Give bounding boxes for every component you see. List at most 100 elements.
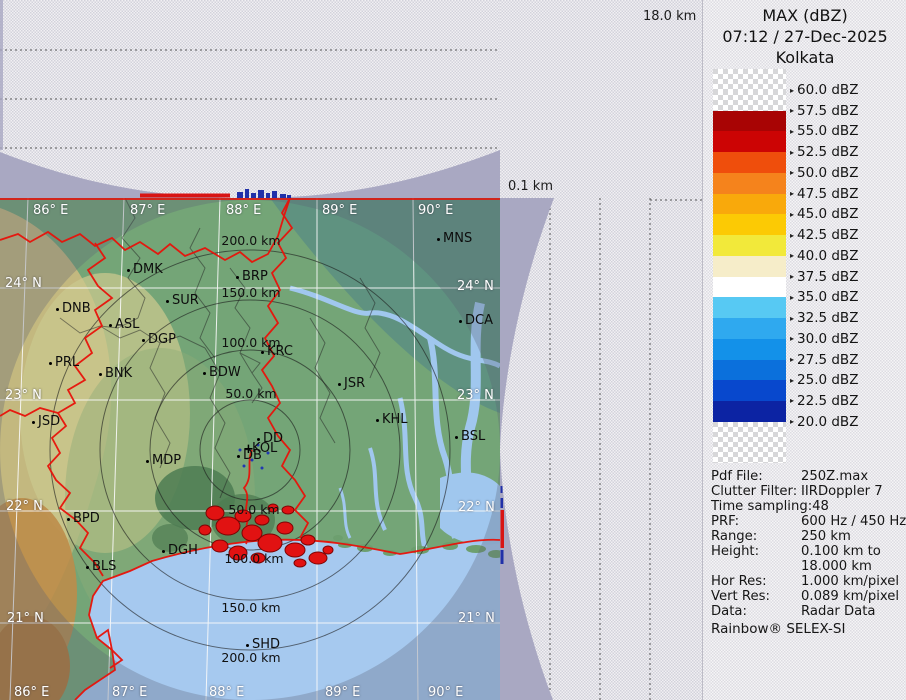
metadata-row: Vert Res:0.089 km/pixel	[711, 589, 770, 604]
scale-tick-arrow-icon: ▸	[790, 148, 794, 157]
scale-tick-arrow-icon: ▸	[790, 168, 794, 177]
scale-tick-text: 25.0 dBZ	[797, 372, 858, 388]
scale-tick-arrow-icon: ▸	[790, 396, 794, 405]
station-name: Kolkata	[703, 48, 906, 67]
metadata-row: Hor Res:1.000 km/pixel	[711, 574, 767, 589]
city-code-label: DB	[243, 448, 262, 463]
city-code-label: BDW	[209, 365, 241, 380]
scale-tick-text: 37.5 dBZ	[797, 269, 858, 285]
scale-band	[713, 235, 786, 256]
longitude-label: 86° E	[33, 203, 68, 218]
range-ring-label: 50.0 km	[225, 386, 276, 401]
metadata-value: 0.089 km/pixel	[801, 589, 899, 604]
scale-tick-text: 47.5 dBZ	[797, 186, 858, 202]
scale-tick-label: ▸50.0 dBZ	[790, 165, 858, 181]
city-code-label: BNK	[105, 366, 132, 381]
city-dot-icon	[67, 518, 70, 521]
range-ring-label: 150.0 km	[221, 600, 280, 615]
scale-band	[713, 111, 786, 132]
city-code-label: DNB	[62, 301, 91, 316]
city-dot-icon	[146, 460, 149, 463]
city-code-label: SHD	[252, 637, 280, 652]
city-code-label: DGP	[148, 332, 176, 347]
city-dot-icon	[127, 269, 130, 272]
metadata-row: Pdf File:250Z.max	[711, 469, 763, 484]
scale-tick-label: ▸52.5 dBZ	[790, 144, 858, 160]
scale-tick-text: 22.5 dBZ	[797, 393, 858, 409]
product-title: MAX (dBZ)	[703, 6, 906, 25]
longitude-label: 89° E	[322, 203, 357, 218]
city-dot-icon	[203, 372, 206, 375]
brand-label: Rainbow® SELEX-SI	[711, 621, 845, 637]
city-code-label: SUR	[172, 293, 199, 308]
scale-tick-text: 55.0 dBZ	[797, 123, 858, 139]
min-height-label: 0.1 km	[508, 179, 553, 194]
scale-tick-label: ▸20.0 dBZ	[790, 414, 858, 430]
city-dot-icon	[437, 238, 440, 241]
scale-band	[713, 194, 786, 215]
city-dot-icon	[338, 383, 341, 386]
city-dot-icon	[162, 550, 165, 553]
echo-projection-blue	[237, 189, 291, 198]
scale-tick-arrow-icon: ▸	[790, 189, 794, 198]
latitude-label: 21° N	[7, 611, 44, 626]
city-code-label: BLS	[92, 559, 116, 574]
scale-band	[713, 69, 786, 90]
scale-tick-label: ▸42.5 dBZ	[790, 227, 858, 243]
city-dot-icon	[261, 351, 264, 354]
scale-tick-arrow-icon: ▸	[790, 106, 794, 115]
scale-tick-text: 32.5 dBZ	[797, 310, 858, 326]
scale-tick-label: ▸40.0 dBZ	[790, 248, 858, 264]
city-dot-icon	[236, 276, 239, 279]
city-code-label: ASL	[115, 317, 139, 332]
longitude-label: 89° E	[325, 685, 360, 700]
city-dot-icon	[86, 566, 89, 569]
city-code-label: BRP	[242, 269, 268, 284]
latitude-label: 23° N	[5, 388, 42, 403]
scale-tick-label: ▸57.5 dBZ	[790, 103, 858, 119]
product-datetime: 07:12 / 27-Dec-2025	[703, 27, 906, 46]
scale-tick-text: 50.0 dBZ	[797, 165, 858, 181]
city-code-label: JSR	[344, 376, 365, 391]
scale-tick-label: ▸32.5 dBZ	[790, 310, 858, 326]
radar-product-window: 18.0 km 0.1 km MAX (dBZ) 07:12 / 27-Dec-…	[0, 0, 906, 700]
scale-tick-arrow-icon: ▸	[790, 127, 794, 136]
metadata-row: Range:250 km	[711, 529, 757, 544]
city-dot-icon	[376, 419, 379, 422]
scale-tick-arrow-icon: ▸	[790, 417, 794, 426]
scale-band	[713, 318, 786, 339]
scale-tick-text: 40.0 dBZ	[797, 248, 858, 264]
city-code-label: DMK	[133, 262, 163, 277]
metadata-value: Radar Data	[801, 604, 876, 619]
scale-band	[713, 422, 786, 443]
scale-band	[713, 256, 786, 277]
scale-tick-text: 57.5 dBZ	[797, 103, 858, 119]
scale-tick-label: ▸27.5 dBZ	[790, 352, 858, 368]
range-ring-label: 150.0 km	[221, 285, 280, 300]
scale-tick-label: ▸22.5 dBZ	[790, 393, 858, 409]
latitude-label: 22° N	[458, 500, 495, 515]
scale-band	[713, 360, 786, 381]
metadata-row: PRF:600 Hz / 450 Hz	[711, 514, 739, 529]
city-code-label: DCA	[465, 313, 493, 328]
latitude-label: 24° N	[5, 276, 42, 291]
city-dot-icon	[99, 373, 102, 376]
city-dot-icon	[237, 455, 240, 458]
scale-band	[713, 380, 786, 401]
scale-tick-text: 42.5 dBZ	[797, 227, 858, 243]
longitude-label: 86° E	[14, 685, 49, 700]
latitude-label: 23° N	[457, 388, 494, 403]
scale-tick-arrow-icon: ▸	[790, 272, 794, 281]
city-code-label: MNS	[443, 231, 472, 246]
side-projection-graphic	[500, 198, 702, 700]
scale-tick-text: 45.0 dBZ	[797, 206, 858, 222]
metadata-value: 18.000 km	[801, 559, 872, 574]
city-code-label: JSD	[38, 414, 60, 429]
city-code-label: BSL	[461, 429, 485, 444]
metadata-value: IIRDoppler 7	[801, 484, 883, 499]
latitude-label: 22° N	[6, 499, 43, 514]
longitude-label: 88° E	[226, 203, 261, 218]
echo-side-red	[501, 510, 505, 548]
scale-band	[713, 297, 786, 318]
longitude-label: 90° E	[428, 685, 463, 700]
